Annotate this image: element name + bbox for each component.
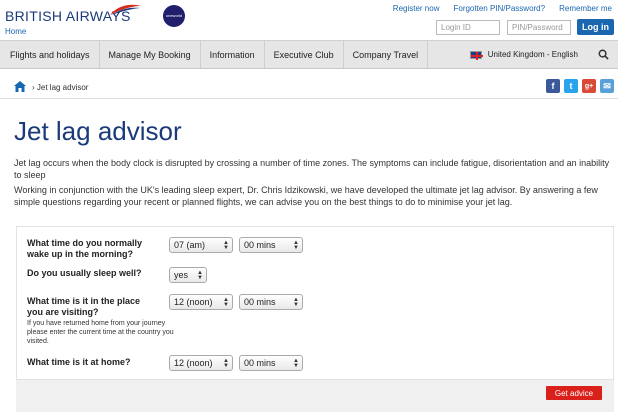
login-button[interactable]: Log in [577, 19, 614, 35]
twitter-icon[interactable]: t [564, 79, 578, 93]
select-arrows-icon: ▲ ▼ [223, 358, 229, 369]
pin-password-input[interactable]: PIN/Password [507, 20, 571, 35]
get-advice-button[interactable]: Get advice [546, 386, 602, 400]
wake-mins-select[interactable]: 00 mins ▲ ▼ [239, 237, 303, 253]
visiting-mins-value: 00 mins [244, 297, 276, 307]
top-links: Register now Forgotten PIN/Password? Rem… [393, 4, 612, 13]
social-share: f t g+ ✉ [546, 79, 614, 93]
q-sleep-well-label: Do you usually sleep well? [27, 268, 142, 278]
breadcrumb: › Jet lag advisor f t g+ ✉ [0, 77, 618, 99]
select-arrows-icon: ▲ ▼ [197, 270, 203, 281]
select-arrows-icon: ▲ ▼ [223, 297, 229, 308]
select-arrows-icon: ▲ ▼ [293, 297, 299, 308]
page-title: Jet lag advisor [14, 116, 182, 146]
oneworld-logo-icon: oneworld [163, 5, 185, 27]
home-hour-value: 12 (noon) [174, 358, 213, 368]
intro-text: Jet lag occurs when the body clock is di… [14, 158, 610, 180]
select-arrows-icon: ▲ ▼ [293, 240, 299, 251]
intro-text-2: Working in conjunction with the UK's lea… [14, 185, 598, 207]
wake-mins-value: 00 mins [244, 240, 276, 250]
select-arrows-icon: ▲ ▼ [293, 358, 299, 369]
nav-information[interactable]: Information [201, 41, 265, 68]
home-hour-select[interactable]: 12 (noon) ▲ ▼ [169, 355, 233, 371]
nav-flights-and-holidays[interactable]: Flights and holidays [0, 41, 100, 68]
nav-executive-club[interactable]: Executive Club [265, 41, 344, 68]
visiting-hour-value: 12 (noon) [174, 297, 213, 307]
home-mins-value: 00 mins [244, 358, 276, 368]
home-link[interactable]: Home [5, 27, 26, 36]
oneworld-text: oneworld [165, 13, 183, 18]
site-header: BRITISH AIRWAYS oneworld Home Register n… [0, 0, 618, 40]
breadcrumb-current: › Jet lag advisor [32, 83, 89, 92]
q-home-time-label: What time is it at home? [27, 357, 131, 367]
email-icon[interactable]: ✉ [600, 79, 614, 93]
visiting-mins-select[interactable]: 00 mins ▲ ▼ [239, 294, 303, 310]
search-icon [598, 49, 609, 60]
form-questions: What time do you normally wake up in the… [16, 226, 614, 380]
q-visiting-hint: If you have returned home from your jour… [27, 320, 174, 345]
home-icon[interactable] [14, 81, 26, 92]
wake-hour-select[interactable]: 07 (am) ▲ ▼ [169, 237, 233, 253]
main-nav: Flights and holidays Manage My Booking I… [0, 40, 618, 69]
nav-manage-my-booking[interactable]: Manage My Booking [100, 41, 201, 68]
nav-company-travel[interactable]: Company Travel [344, 41, 429, 68]
wake-hour-value: 07 (am) [174, 240, 206, 250]
uk-flag-icon [469, 50, 483, 60]
search-button[interactable] [592, 41, 614, 68]
q-visiting-time-label-1: What time is it in the place [27, 296, 141, 306]
q-visiting-time-label-2: you are visiting? [27, 307, 99, 317]
ba-speedmarque-icon [110, 4, 141, 15]
q-wake-time-label-1: What time do you normally [27, 238, 143, 248]
sleep-well-value: yes [174, 270, 189, 280]
remember-me-link[interactable]: Remember me [559, 4, 612, 13]
register-link[interactable]: Register now [393, 4, 440, 13]
visiting-hour-select[interactable]: 12 (noon) ▲ ▼ [169, 294, 233, 310]
q-wake-time-label: What time do you normally wake up in the… [27, 238, 142, 260]
jet-lag-form: What time do you normally wake up in the… [16, 226, 614, 412]
sleep-well-select[interactable]: yes ▲ ▼ [169, 267, 207, 283]
home-mins-select[interactable]: 00 mins ▲ ▼ [239, 355, 303, 371]
google-plus-icon[interactable]: g+ [582, 79, 596, 93]
breadcrumb-current-label: Jet lag advisor [36, 83, 89, 92]
forgotten-pin-link[interactable]: Forgotten PIN/Password? [453, 4, 545, 13]
facebook-icon[interactable]: f [546, 79, 560, 93]
q-visiting-time-label: What time is it in the place you are vis… [27, 296, 140, 318]
login-id-input[interactable]: Login ID [436, 20, 500, 35]
select-arrows-icon: ▲ ▼ [223, 240, 229, 251]
nav-right: United Kingdom - English [469, 41, 618, 68]
region-selector[interactable]: United Kingdom - English [488, 50, 578, 59]
q-wake-time-label-2: wake up in the morning? [27, 249, 134, 259]
